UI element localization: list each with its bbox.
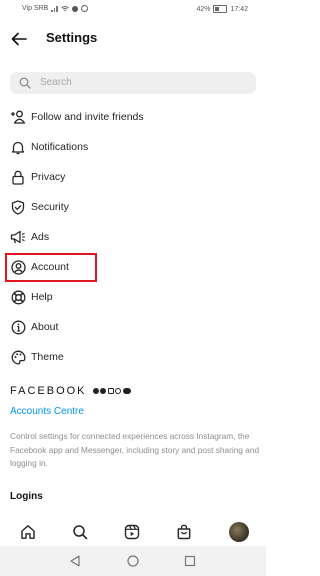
tab-search[interactable] <box>70 522 90 542</box>
menu-item-security[interactable]: Security <box>0 192 266 222</box>
shop-icon <box>177 524 191 540</box>
menu-item-label: Privacy <box>31 171 66 183</box>
search-icon <box>19 77 31 89</box>
accounts-centre-link[interactable]: Accounts Centre <box>10 406 84 417</box>
megaphone-icon <box>10 229 26 245</box>
nav-home-button[interactable] <box>126 554 140 568</box>
lock-icon <box>10 169 26 185</box>
messenger-notification-icon <box>71 5 78 12</box>
page-title: Settings <box>46 30 98 45</box>
battery-icon <box>213 5 228 13</box>
whatsapp-icon <box>115 388 122 394</box>
menu-item-ads[interactable]: Ads <box>0 222 266 252</box>
menu-item-help[interactable]: Help <box>0 282 266 312</box>
tab-home[interactable] <box>18 522 38 542</box>
battery-percent: 42% <box>196 5 211 13</box>
bottom-tab-bar <box>0 518 266 546</box>
lifebuoy-icon <box>10 289 26 305</box>
facebook-heading: FACEBOOK <box>10 385 87 397</box>
palette-icon <box>10 349 26 365</box>
oculus-icon <box>122 388 131 394</box>
menu-item-label: Ads <box>31 231 50 243</box>
menu-item-label: Security <box>31 201 69 213</box>
arrow-left-icon <box>11 32 27 46</box>
triangle-back-icon <box>70 555 80 567</box>
shield-check-icon <box>10 199 26 215</box>
back-button[interactable] <box>8 28 30 50</box>
logins-heading: Logins <box>10 491 43 502</box>
search-input[interactable]: Search <box>10 72 256 94</box>
facebook-icon <box>92 388 99 394</box>
nav-recents-button[interactable] <box>183 554 197 568</box>
menu-item-label: About <box>31 321 59 333</box>
menu-item-label: Help <box>31 291 53 303</box>
clock-time: 17:42 <box>230 5 248 13</box>
carrier-text: Vip SRB <box>22 5 49 12</box>
nav-back-button[interactable] <box>68 554 82 568</box>
add-person-icon <box>10 109 26 125</box>
menu-item-about[interactable]: About <box>0 312 266 342</box>
android-nav-bar <box>0 546 266 576</box>
menu-item-label: Notifications <box>31 141 89 153</box>
search-placeholder: Search <box>40 77 72 88</box>
status-bar: Vip SRB 42% 17:42 <box>0 0 266 20</box>
messenger-icon <box>100 388 107 394</box>
reels-icon <box>124 524 140 540</box>
home-icon <box>21 525 35 539</box>
whatsapp-notification-icon <box>80 5 88 12</box>
instagram-icon <box>107 388 114 394</box>
tab-reels[interactable] <box>122 522 142 542</box>
circle-home-icon <box>127 555 139 567</box>
tab-shop[interactable] <box>174 522 194 542</box>
meta-apps-icons <box>92 388 131 394</box>
menu-item-follow-invite[interactable]: Follow and invite friends <box>0 102 266 132</box>
info-icon <box>10 319 26 335</box>
wifi-icon <box>61 5 69 11</box>
facebook-section-header: FACEBOOK <box>10 385 131 397</box>
menu-item-label: Follow and invite friends <box>31 111 144 123</box>
signal-icon <box>51 5 58 12</box>
profile-avatar[interactable] <box>229 522 249 542</box>
menu-item-label: Theme <box>31 351 64 363</box>
accounts-centre-description: Control settings for connected experienc… <box>10 431 260 468</box>
search-icon <box>73 525 88 540</box>
menu-item-notifications[interactable]: Notifications <box>0 132 266 162</box>
square-recents-icon <box>184 555 196 567</box>
menu-item-privacy[interactable]: Privacy <box>0 162 266 192</box>
menu-item-theme[interactable]: Theme <box>0 342 266 372</box>
bell-icon <box>10 139 26 155</box>
header: Settings <box>0 20 266 58</box>
account-highlight-box <box>5 253 97 282</box>
